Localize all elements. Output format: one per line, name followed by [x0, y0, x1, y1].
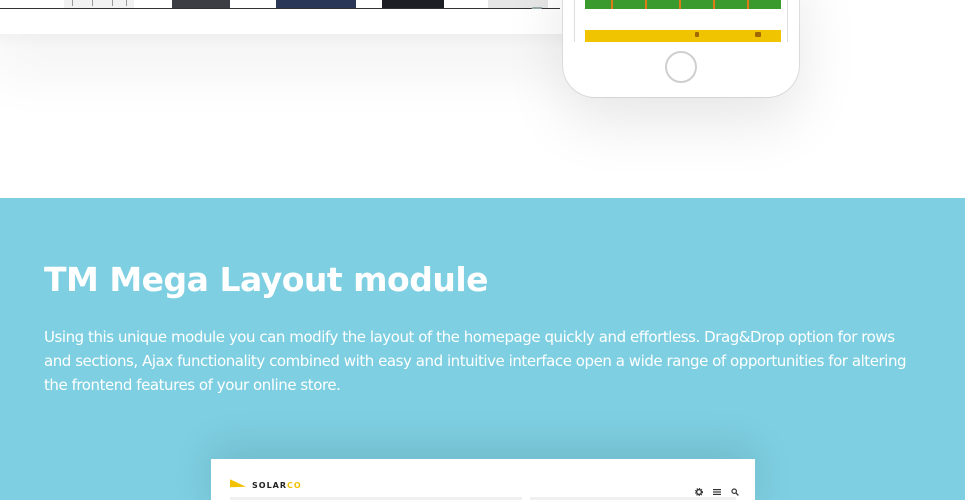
store-logo: SOLARCO — [230, 479, 302, 491]
phone-home-button — [665, 51, 697, 83]
phone-screen — [574, 0, 788, 42]
product-thumbnail — [64, 0, 134, 8]
device-showcase — [0, 0, 965, 198]
feature-section: TM Mega Layout module Using this unique … — [0, 198, 965, 500]
desktop-preview-baseline — [0, 8, 560, 9]
logo-mark-icon — [230, 480, 246, 490]
screen-banner-green — [585, 0, 781, 9]
mobile-preview — [563, 0, 799, 97]
search-icon — [731, 481, 739, 496]
product-thumbnail — [382, 0, 444, 8]
page: TM Mega Layout module Using this unique … — [0, 0, 965, 500]
menu-icon — [713, 481, 721, 495]
screen-banner-yellow — [585, 30, 781, 42]
logo-text: SOLARCO — [252, 480, 302, 490]
feature-title: TM Mega Layout module — [44, 260, 489, 299]
store-preview: SOLARCO — [211, 459, 755, 500]
header-icons — [694, 481, 739, 497]
product-thumbnail — [172, 0, 230, 8]
desktop-preview — [0, 0, 590, 34]
product-thumbnail — [488, 0, 548, 8]
gear-icon — [694, 481, 704, 497]
product-thumbnail — [276, 0, 356, 8]
feature-description: Using this unique module you can modify … — [44, 328, 907, 394]
